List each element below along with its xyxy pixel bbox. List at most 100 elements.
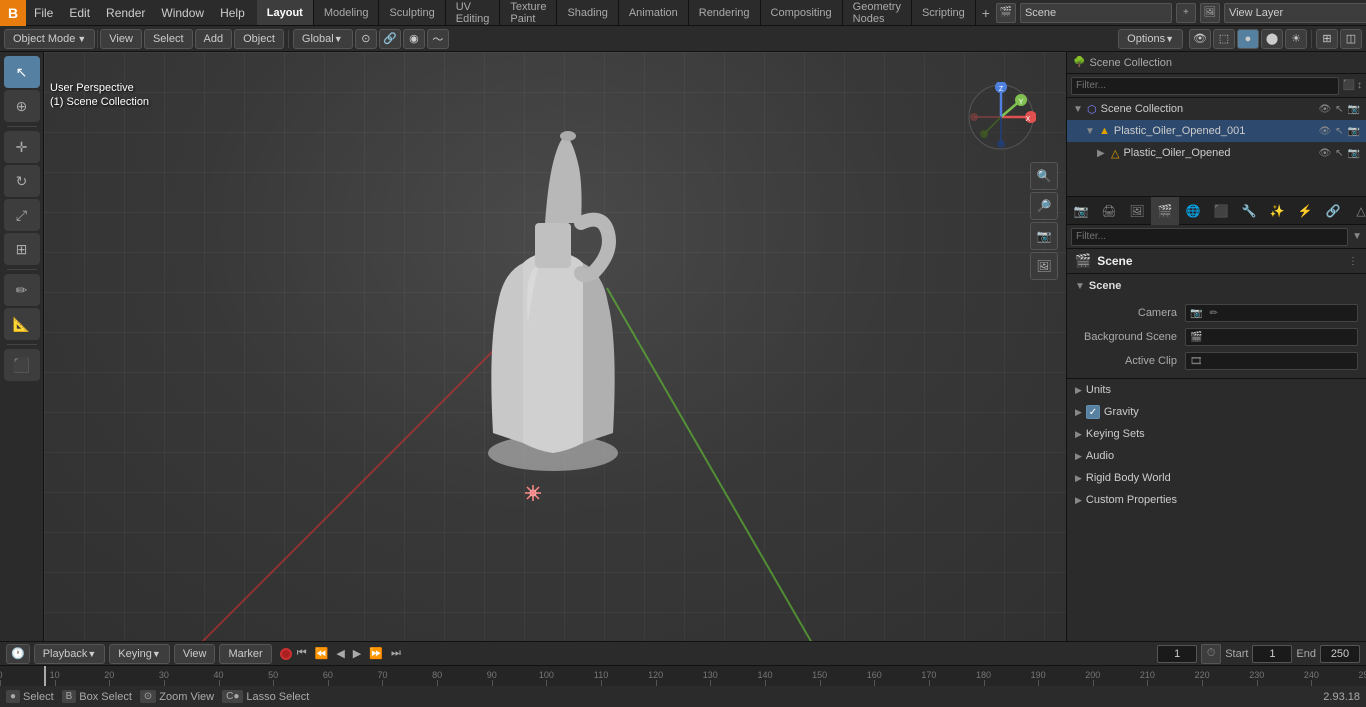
workspace-rendering[interactable]: Rendering [689,0,761,25]
viewport-gizmo[interactable]: X Y Z [966,82,1036,152]
render-restrict-icon-2[interactable]: 📷 [1348,126,1360,137]
workspace-sculpting[interactable]: Sculpting [379,0,445,25]
prev-keyframe-btn[interactable]: ⏪ [312,647,332,660]
gravity-collapsible[interactable]: ▶ ✓ Gravity [1067,401,1366,423]
properties-search-input[interactable] [1071,228,1348,246]
particles-props-icon[interactable]: ✨ [1263,197,1291,225]
start-frame-display[interactable]: 1 [1252,645,1292,663]
viewport-shading-wire[interactable]: ⬚ [1213,29,1235,49]
visibility-icon-2[interactable]: 👁 [1318,126,1331,137]
render-restrict-icon[interactable]: 📷 [1348,104,1360,115]
workspace-add-button[interactable]: + [976,0,996,25]
new-scene-icon[interactable]: + [1176,3,1196,23]
zoom-in-btn[interactable]: 🔍 [1030,162,1058,190]
scale-tool[interactable]: ⤢ [4,199,40,231]
select-menu-btn[interactable]: Select [144,29,193,49]
scene-section-header[interactable]: ▼ Scene [1067,274,1366,298]
add-cube-tool[interactable]: ⬛ [4,349,40,381]
menu-file[interactable]: File [26,0,61,25]
toggle-view-btn[interactable]: 🖼 [1030,252,1058,280]
render-props-icon[interactable]: 📷 [1067,197,1095,225]
viewport[interactable]: User Perspective (1) Scene Collection X … [44,52,1066,641]
scene-props-icon[interactable]: 🎬 [1151,197,1179,225]
camera-value[interactable]: 📷 ✏ [1185,304,1358,322]
keying-btn[interactable]: Keying ▼ [109,644,170,664]
select-restrict-icon-2[interactable]: ↖ [1335,126,1343,137]
render-restrict-icon-3[interactable]: 📷 [1348,148,1360,159]
select-restrict-icon-3[interactable]: ↖ [1335,148,1343,159]
bg-scene-value[interactable]: 🎬 [1185,328,1358,346]
current-frame-display[interactable]: 1 [1157,645,1197,663]
menu-window[interactable]: Window [153,0,212,25]
outliner-search[interactable] [1071,77,1339,95]
workspace-uv-editing[interactable]: UV Editing [446,0,501,25]
play-reverse-btn[interactable]: ◀ [333,647,347,660]
annotate-tool[interactable]: ✏ [4,274,40,306]
menu-help[interactable]: Help [212,0,253,25]
viewport-shading-material[interactable]: ⬤ [1261,29,1283,49]
scene-select[interactable] [1020,3,1172,23]
view-layer-select[interactable] [1224,3,1366,23]
visibility-icon-3[interactable]: 👁 [1318,148,1331,159]
output-props-icon[interactable]: 🖨 [1095,197,1123,225]
add-menu-btn[interactable]: Add [195,29,233,49]
marker-btn[interactable]: Marker [219,644,271,664]
workspace-layout[interactable]: Layout [257,0,314,25]
view-menu-btn[interactable]: View [100,29,142,49]
timeline-view-btn[interactable]: View [174,644,216,664]
xray-btn[interactable]: ◫ [1340,29,1362,49]
workspace-geometry-nodes[interactable]: Geometry Nodes [843,0,912,25]
cloth-sim-btn[interactable]: 〜 [427,29,449,49]
workspace-shading[interactable]: Shading [557,0,618,25]
outliner-item-scene-collection[interactable]: ▼ ⬡ Scene Collection 👁 ↖ 📷 [1067,98,1366,120]
workspace-texture-paint[interactable]: Texture Paint [500,0,557,25]
workspace-animation[interactable]: Animation [619,0,689,25]
data-props-icon[interactable]: △ [1347,197,1366,225]
constraints-props-icon[interactable]: 🔗 [1319,197,1347,225]
transform-tool[interactable]: ⊞ [4,233,40,265]
gravity-checkbox[interactable]: ✓ [1086,405,1100,419]
scene-header-options[interactable]: ⋮ [1348,256,1358,267]
cursor-tool[interactable]: ⊕ [4,90,40,122]
outliner-item-oiler-mesh[interactable]: ▶ △ Plastic_Oiler_Opened 👁 ↖ 📷 [1067,142,1366,164]
object-mode-btn[interactable]: Object Mode ▼ [4,29,95,49]
prop-edit-btn[interactable]: ◉ [403,29,425,49]
end-frame-display[interactable]: 250 [1320,645,1360,663]
options-btn[interactable]: Options ▼ [1118,29,1183,49]
overlay-btn[interactable]: ⊞ [1316,29,1338,49]
units-collapsible[interactable]: ▶ Units [1067,379,1366,401]
active-clip-value[interactable]: 🎞 [1185,352,1358,370]
workspace-compositing[interactable]: Compositing [761,0,843,25]
measure-tool[interactable]: 📐 [4,308,40,340]
object-props-icon[interactable]: ⬛ [1207,197,1235,225]
jump-end-btn[interactable]: ⏭ [388,647,404,660]
outliner-filter-btn[interactable]: ⬛ [1343,80,1355,91]
play-btn[interactable]: ▶ [350,647,364,660]
move-tool[interactable]: ✛ [4,131,40,163]
view-3d-icon[interactable]: 👁 [1189,29,1211,49]
outliner-sort-btn[interactable]: ↕ [1357,80,1362,91]
pivot-btn[interactable]: ⊙ [355,29,377,49]
zoom-out-btn[interactable]: 🔎 [1030,192,1058,220]
menu-edit[interactable]: Edit [61,0,98,25]
toggle-camera-btn[interactable]: 📷 [1030,222,1058,250]
workspace-scripting[interactable]: Scripting [912,0,976,25]
select-restrict-icon[interactable]: ↖ [1335,104,1343,115]
menu-render[interactable]: Render [98,0,153,25]
visibility-icon[interactable]: 👁 [1318,104,1331,115]
snap-btn[interactable]: 🔗 [379,29,401,49]
properties-filter-icon[interactable]: ▼ [1352,231,1362,242]
viewport-shading-solid[interactable]: ● [1237,29,1259,49]
transform-global-btn[interactable]: Global ▼ [293,29,353,49]
timeline-ruler[interactable]: 0102030405060708090100110120130140150160… [0,666,1366,686]
object-menu-btn[interactable]: Object [234,29,284,49]
custom-props-collapsible[interactable]: ▶ Custom Properties [1067,489,1366,511]
modifier-props-icon[interactable]: 🔧 [1235,197,1263,225]
viewport-shading-render[interactable]: ☀ [1285,29,1307,49]
select-tool[interactable]: ↖ [4,56,40,88]
jump-start-btn[interactable]: ⏮ [294,647,310,660]
rotate-tool[interactable]: ↻ [4,165,40,197]
outliner-item-oiler-001[interactable]: ▼ ▲ Plastic_Oiler_Opened_001 👁 ↖ 📷 [1067,120,1366,142]
timeline-clock-btn[interactable]: ⏱ [1201,644,1221,664]
camera-edit-icon[interactable]: ✏ [1209,308,1217,319]
